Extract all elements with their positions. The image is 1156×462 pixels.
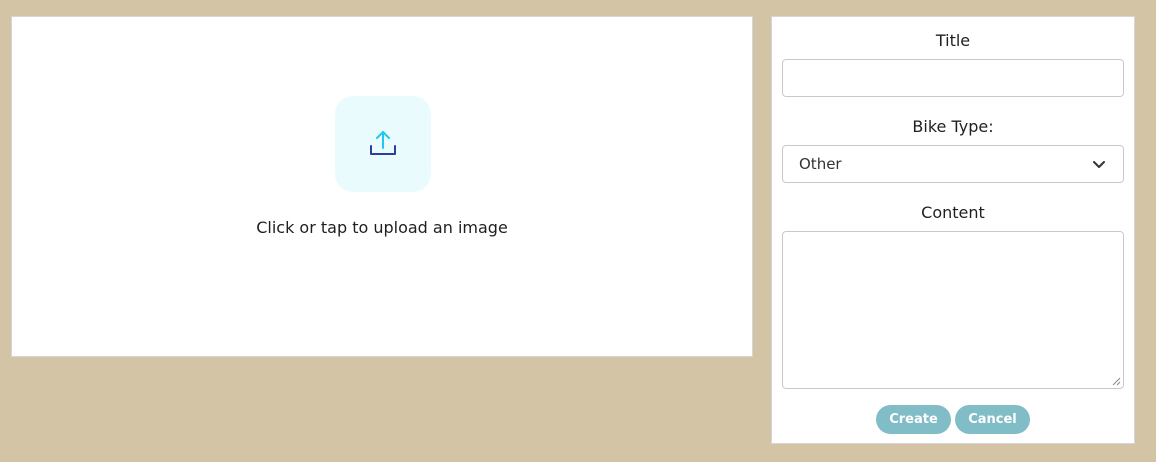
image-upload-area[interactable]: Click or tap to upload an image — [11, 16, 753, 357]
upload-icon — [370, 131, 396, 155]
bike-type-select[interactable]: Other — [782, 145, 1124, 183]
upload-tile[interactable] — [335, 96, 431, 192]
upload-prompt: Click or tap to upload an image — [256, 218, 508, 237]
create-button[interactable]: Create — [876, 405, 951, 434]
cancel-button[interactable]: Cancel — [955, 405, 1030, 434]
bike-type-selected: Other — [799, 155, 842, 173]
resize-grip-icon[interactable] — [1111, 376, 1121, 386]
content-textarea[interactable] — [782, 231, 1124, 389]
post-form: Title Bike Type: Other Content Create Ca… — [771, 16, 1135, 444]
chevron-down-icon — [1093, 161, 1105, 168]
title-label: Title — [935, 31, 971, 50]
bike-type-label: Bike Type: — [912, 117, 994, 136]
title-input[interactable] — [782, 59, 1124, 97]
content-label: Content — [921, 203, 985, 222]
